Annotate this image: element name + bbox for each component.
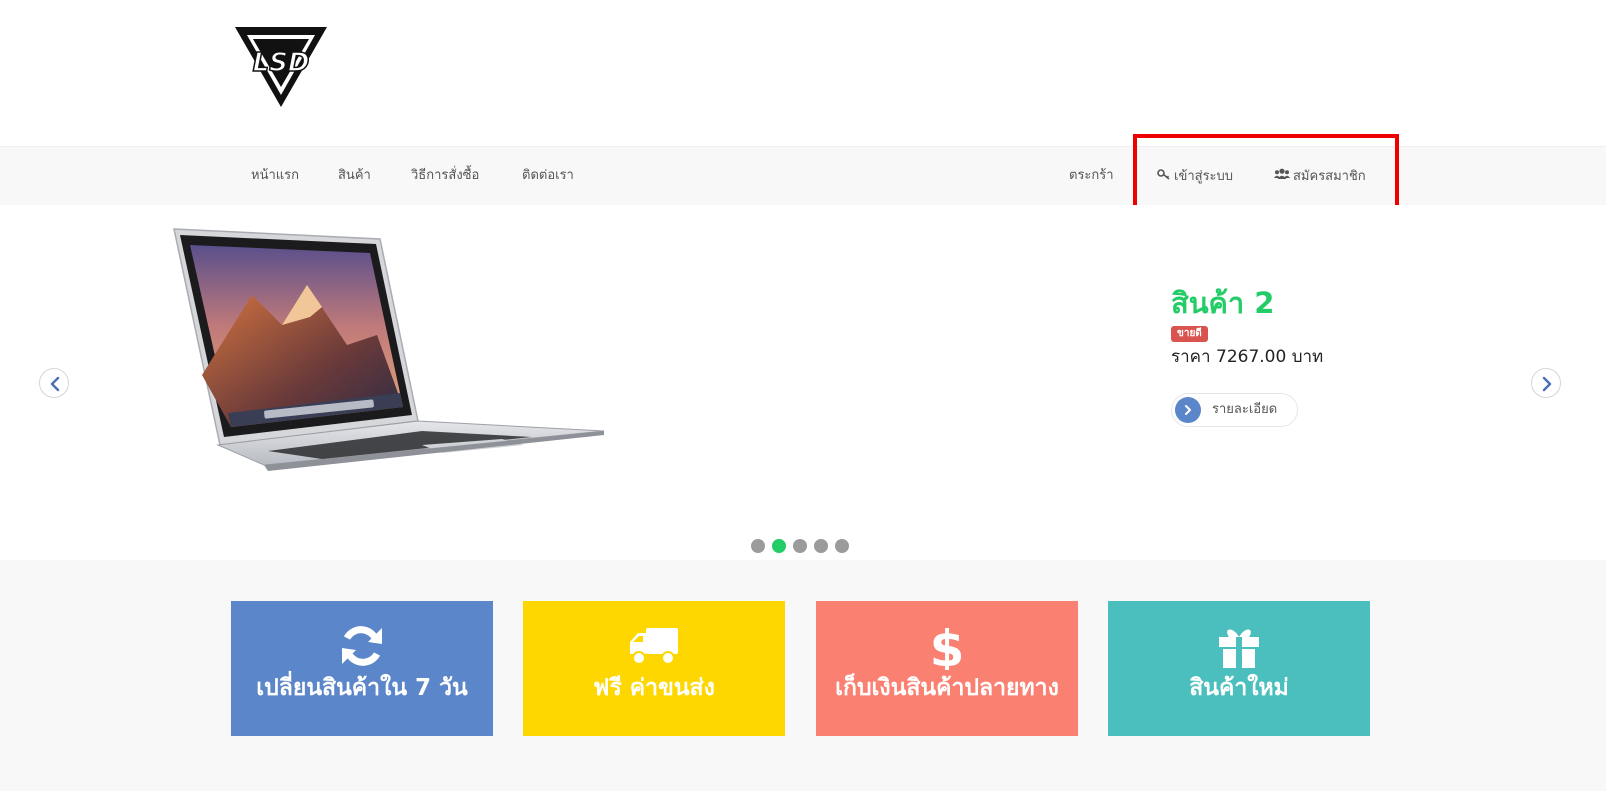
chevron-left-icon <box>50 376 60 392</box>
nav-cart[interactable]: ตระกร้า <box>1069 147 1114 205</box>
product-price: ราคา 7267.00 บาท <box>1171 347 1324 367</box>
main-navbar: หน้าแรก สินค้า วิธีการสั่งซื้อ ติดต่อเรา… <box>0 146 1606 206</box>
key-icon <box>1157 147 1171 205</box>
details-button-label: รายละเอียด <box>1212 402 1278 417</box>
nav-login[interactable]: เข้าสู่ระบบ <box>1157 147 1233 205</box>
carousel-next-button[interactable] <box>1531 368 1561 398</box>
product-title: สินค้า 2 <box>1171 286 1275 320</box>
feature-label: สินค้าใหม่ <box>1189 675 1289 701</box>
page: LSD หน้าแรก สินค้า วิธีการสั่งซื้อ ติดต่… <box>0 0 1606 791</box>
carousel-dot-3[interactable] <box>793 539 807 553</box>
laptop-product-image <box>172 225 608 473</box>
refresh-icon <box>231 622 493 670</box>
feature-cash-on-delivery[interactable]: $ เก็บเงินสินค้าปลายทาง <box>816 601 1078 736</box>
nav-how-to-order[interactable]: วิธีการสั่งซื้อ <box>411 147 479 205</box>
feature-label: ฟรี ค่าขนส่ง <box>593 675 715 701</box>
site-logo[interactable]: LSD <box>233 25 329 109</box>
chevron-right-icon <box>1542 376 1552 392</box>
product-carousel: สินค้า 2 ขายดี ราคา 7267.00 บาท รายละเอี… <box>0 205 1606 560</box>
slide-info: สินค้า 2 ขายดี ราคา 7267.00 บาท รายละเอี… <box>1171 285 1471 427</box>
dollar-icon: $ <box>816 620 1078 678</box>
nav-contact[interactable]: ติดต่อเรา <box>522 147 574 205</box>
chevron-right-icon <box>1175 397 1201 423</box>
bestseller-badge: ขายดี <box>1171 326 1208 342</box>
feature-label: เก็บเงินสินค้าปลายทาง <box>835 675 1059 701</box>
carousel-dot-2[interactable] <box>772 539 786 553</box>
nav-register-label: สมัครสมาชิก <box>1293 169 1366 184</box>
feature-new-products[interactable]: สินค้าใหม่ <box>1108 601 1370 736</box>
nav-register[interactable]: สมัครสมาชิก <box>1274 147 1366 205</box>
svg-text:$: $ <box>930 622 965 670</box>
features-section: เปลี่ยนสินค้าใน 7 วัน ฟรี ค่าขนส่ง $ เก็… <box>0 560 1606 791</box>
carousel-indicators <box>751 539 856 555</box>
carousel-prev-button[interactable] <box>39 368 69 398</box>
nav-products[interactable]: สินค้า <box>338 147 371 205</box>
svg-text:LSD: LSD <box>253 48 310 78</box>
carousel-dot-1[interactable] <box>751 539 765 553</box>
feature-label: เปลี่ยนสินค้าใน 7 วัน <box>256 675 468 701</box>
details-button[interactable]: รายละเอียด <box>1171 393 1298 427</box>
carousel-dot-4[interactable] <box>814 539 828 553</box>
truck-icon <box>523 622 785 670</box>
users-icon <box>1274 147 1290 205</box>
feature-exchange-7-days[interactable]: เปลี่ยนสินค้าใน 7 วัน <box>231 601 493 736</box>
gift-icon <box>1108 622 1370 670</box>
nav-login-label: เข้าสู่ระบบ <box>1174 169 1234 184</box>
nav-home[interactable]: หน้าแรก <box>251 147 299 205</box>
feature-free-shipping[interactable]: ฟรี ค่าขนส่ง <box>523 601 785 736</box>
carousel-dot-5[interactable] <box>835 539 849 553</box>
